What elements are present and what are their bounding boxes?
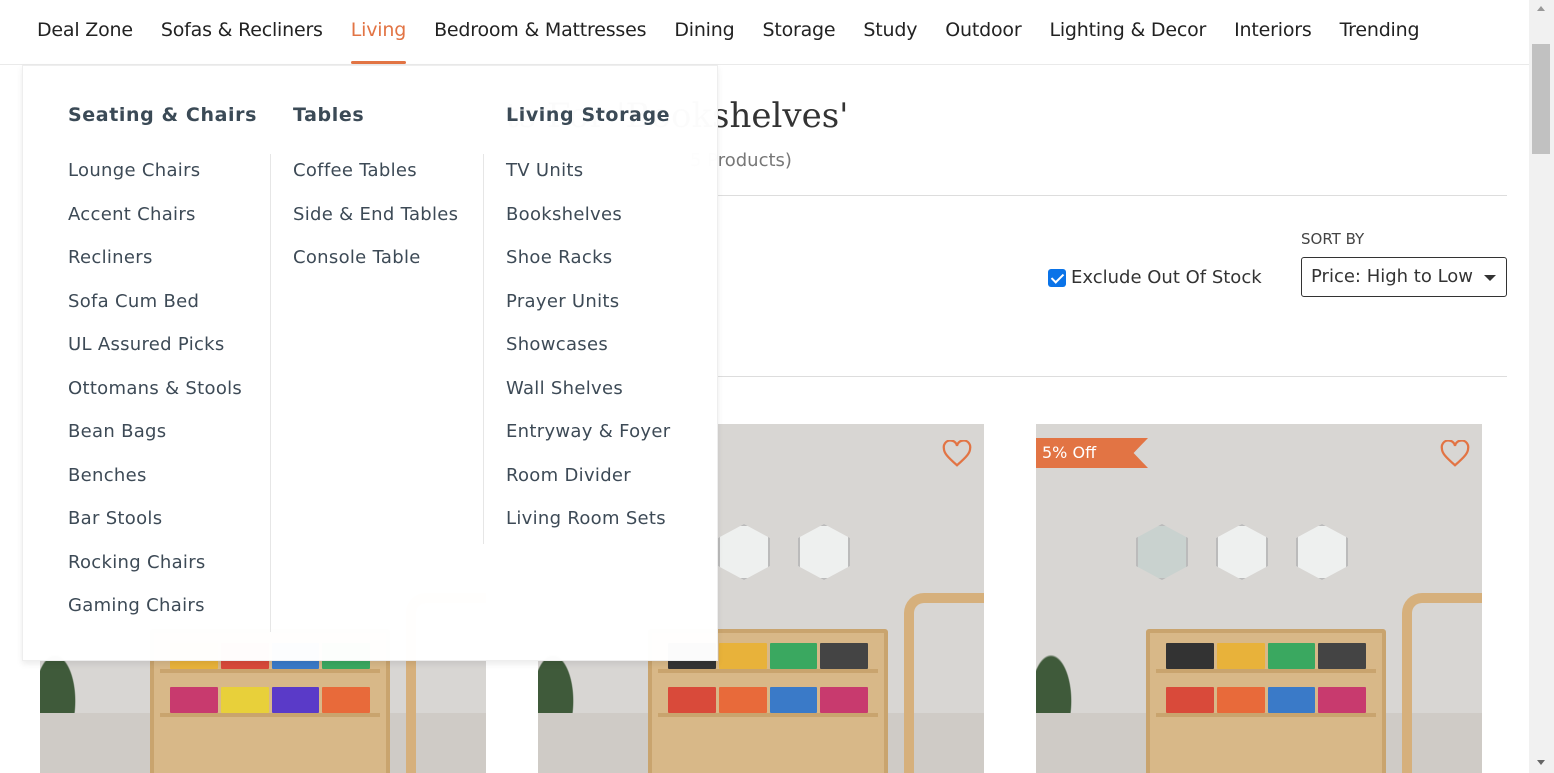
menu-heading[interactable]: Tables: [293, 104, 364, 126]
nav-item-sofas-recliners[interactable]: Sofas & Recliners: [161, 0, 323, 64]
nav-item-bedroom-mattresses[interactable]: Bedroom & Mattresses: [434, 0, 646, 64]
menu-item-bookshelves[interactable]: Bookshelves: [506, 204, 670, 248]
menu-item-shoe-racks[interactable]: Shoe Racks: [506, 247, 670, 291]
scroll-down-icon[interactable]: [1537, 760, 1545, 765]
menu-heading[interactable]: Living Storage: [506, 104, 670, 126]
heart-outline-icon[interactable]: [1440, 440, 1470, 468]
menu-item-bean-bags[interactable]: Bean Bags: [68, 421, 242, 465]
menu-item-lounge-chairs[interactable]: Lounge Chairs: [68, 160, 242, 204]
menu-item-side-end-tables[interactable]: Side & End Tables: [293, 204, 458, 248]
nav-item-trending[interactable]: Trending: [1340, 0, 1420, 64]
page-scrollbar[interactable]: [1529, 0, 1554, 773]
menu-item-gaming-chairs[interactable]: Gaming Chairs: [68, 595, 242, 639]
chevron-down-icon: [1484, 275, 1496, 281]
scroll-up-icon[interactable]: [1537, 6, 1545, 11]
menu-heading[interactable]: Seating & Chairs: [68, 104, 257, 126]
heart-outline-icon[interactable]: [942, 440, 972, 468]
discount-badge: 5% Off: [1036, 438, 1148, 468]
sort-selected-value: Price: High to Low: [1311, 266, 1474, 287]
nav-item-study[interactable]: Study: [863, 0, 917, 64]
nav-item-dining[interactable]: Dining: [674, 0, 734, 64]
nav-item-outdoor[interactable]: Outdoor: [945, 0, 1021, 64]
menu-item-tv-units[interactable]: TV Units: [506, 160, 670, 204]
sort-by-label: SORT BY: [1301, 230, 1365, 248]
menu-item-accent-chairs[interactable]: Accent Chairs: [68, 204, 242, 248]
wall-decor: [1216, 524, 1268, 580]
exclude-out-of-stock-label: Exclude Out Of Stock: [1071, 267, 1262, 288]
living-mega-menu: Seating & Chairs Lounge Chairs Accent Ch…: [22, 65, 718, 661]
main-navigation: Deal Zone Sofas & Recliners Living Bedro…: [0, 0, 1529, 65]
nav-item-interiors[interactable]: Interiors: [1234, 0, 1312, 64]
nav-item-lighting-decor[interactable]: Lighting & Decor: [1049, 0, 1206, 64]
menu-item-console-table[interactable]: Console Table: [293, 247, 458, 291]
menu-item-wall-shelves[interactable]: Wall Shelves: [506, 378, 670, 422]
menu-item-benches[interactable]: Benches: [68, 465, 242, 509]
scrollbar-thumb[interactable]: [1532, 44, 1550, 154]
checkbox-checked-icon[interactable]: [1048, 268, 1066, 287]
menu-item-living-room-sets[interactable]: Living Room Sets: [506, 508, 670, 552]
menu-item-ul-assured-picks[interactable]: UL Assured Picks: [68, 334, 242, 378]
nav-item-storage[interactable]: Storage: [762, 0, 835, 64]
menu-item-ottomans-stools[interactable]: Ottomans & Stools: [68, 378, 242, 422]
menu-item-sofa-cum-bed[interactable]: Sofa Cum Bed: [68, 291, 242, 335]
exclude-out-of-stock-checkbox[interactable]: Exclude Out Of Stock: [1048, 267, 1262, 288]
nav-item-deal-zone[interactable]: Deal Zone: [37, 0, 133, 64]
wall-decor: [1296, 524, 1348, 580]
nav-item-living[interactable]: Living: [350, 0, 407, 64]
wall-decor: [1136, 524, 1188, 580]
menu-item-recliners[interactable]: Recliners: [68, 247, 242, 291]
product-image: [1146, 629, 1386, 773]
wall-decor: [798, 524, 850, 580]
menu-item-showcases[interactable]: Showcases: [506, 334, 670, 378]
menu-item-entryway-foyer[interactable]: Entryway & Foyer: [506, 421, 670, 465]
column-divider: [270, 154, 271, 632]
menu-item-bar-stools[interactable]: Bar Stools: [68, 508, 242, 552]
menu-item-room-divider[interactable]: Room Divider: [506, 465, 670, 509]
menu-item-coffee-tables[interactable]: Coffee Tables: [293, 160, 458, 204]
menu-item-rocking-chairs[interactable]: Rocking Chairs: [68, 552, 242, 596]
menu-item-prayer-units[interactable]: Prayer Units: [506, 291, 670, 335]
sort-select[interactable]: Price: High to Low: [1301, 257, 1507, 297]
column-divider: [483, 154, 484, 544]
wall-decor: [718, 524, 770, 580]
product-card[interactable]: 5% Off: [1036, 424, 1482, 773]
